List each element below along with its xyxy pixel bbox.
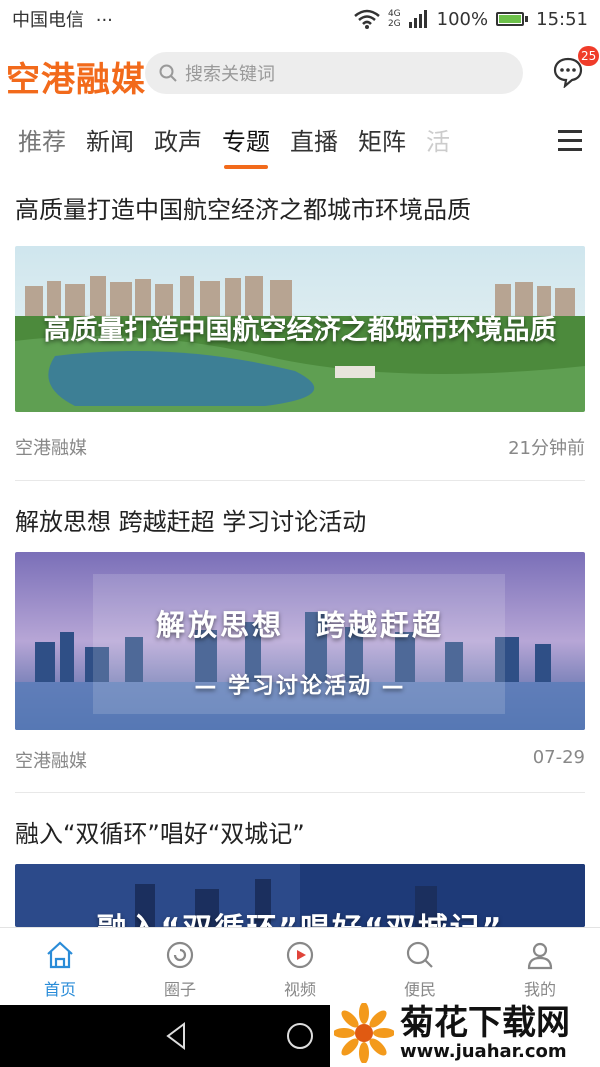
article-time: 21分钟前	[508, 438, 585, 459]
carrier-label: 中国电信	[12, 10, 84, 31]
status-left: 中国电信 ···	[12, 6, 113, 32]
nav-video[interactable]: 视频	[240, 928, 360, 1006]
video-icon	[286, 941, 314, 969]
flower-logo-icon	[334, 1002, 394, 1063]
article-card[interactable]: 高质量打造中国航空经济之都城市环境品质 高质量打造中国航空经济之都城市环境品质 …	[15, 194, 585, 459]
nav-label: 圈子	[163, 980, 196, 999]
divider	[15, 792, 585, 793]
nav-label: 我的	[523, 980, 556, 999]
nav-label: 便民	[403, 980, 436, 999]
signal-icon	[408, 10, 427, 28]
status-dots: ···	[95, 10, 113, 31]
user-icon	[527, 942, 553, 970]
nav-home[interactable]: 首页	[0, 928, 120, 1006]
banner-title: 高质量打造中国航空经济之都城市环境品质	[43, 315, 557, 346]
article-time: 07-29	[532, 747, 585, 768]
article-image[interactable]: 高质量打造中国航空经济之都城市环境品质	[15, 246, 585, 412]
tab-activity[interactable]: 活	[426, 122, 450, 163]
tab-recommend[interactable]: 推荐	[18, 122, 66, 163]
clock: 15:51	[536, 8, 588, 30]
banner-title: 融入“双循环”唱好“双城记”	[15, 904, 585, 927]
article-title: 高质量打造中国航空经济之都城市环境品质	[15, 196, 471, 224]
search-input[interactable]: 搜索关键词	[145, 52, 523, 94]
nav-service[interactable]: 便民	[360, 928, 480, 1006]
nav-label: 视频	[283, 980, 316, 999]
watermark-url: www.juahar.com	[400, 1040, 567, 1062]
battery-percent: 100%	[436, 8, 489, 30]
search-icon	[406, 941, 433, 968]
status-bar: 中国电信 ··· 4G 2G 100% 15:51	[0, 0, 600, 38]
article-meta: 空港融媒 21分钟前	[15, 434, 585, 460]
status-right: 4G 2G 100% 15:51	[354, 9, 588, 30]
home-button-icon[interactable]	[285, 1021, 315, 1051]
nav-profile[interactable]: 我的	[480, 928, 600, 1006]
article-title: 融入“双循环”唱好“双城记”	[15, 820, 305, 848]
nav-label: 首页	[43, 980, 76, 999]
tab-live[interactable]: 直播	[290, 122, 338, 163]
search-placeholder: 搜索关键词	[185, 64, 275, 85]
message-badge: 25	[578, 46, 600, 66]
network-type: 4G 2G	[387, 9, 401, 29]
bottom-nav: 首页 圈子 视频 便民 我的	[0, 927, 600, 1006]
battery-icon	[496, 12, 529, 26]
tab-news[interactable]: 新闻	[86, 122, 134, 163]
article-meta: 空港融媒 07-29	[15, 747, 585, 773]
tab-matrix[interactable]: 矩阵	[358, 122, 406, 163]
menu-icon[interactable]	[558, 130, 582, 157]
divider	[15, 480, 585, 481]
app-logo: 空港融媒	[6, 60, 146, 100]
app-header: 空港融媒 搜索关键词 25	[0, 46, 600, 102]
watermark: 菊花下载网 www.juahar.com	[330, 998, 600, 1067]
article-image[interactable]: 解放思想 跨越赶超 — 学习讨论活动 —	[15, 552, 585, 730]
banner-line-2: — 学习讨论活动 —	[194, 674, 406, 699]
article-source: 空港融媒	[15, 438, 87, 459]
article-title: 解放思想 跨越赶超 学习讨论活动	[15, 508, 367, 536]
watermark-title: 菊花下载网	[400, 1002, 570, 1043]
article-card[interactable]: 解放思想 跨越赶超 学习讨论活动 解放思想 跨越赶超 — 学习讨论活动 — 空港…	[15, 506, 585, 772]
article-source: 空港融媒	[15, 751, 87, 772]
circle-icon	[166, 941, 194, 969]
wifi-icon	[354, 9, 380, 29]
nav-circle[interactable]: 圈子	[120, 928, 240, 1006]
home-icon	[47, 941, 73, 969]
tab-special[interactable]: 专题	[222, 122, 270, 169]
tab-politics[interactable]: 政声	[154, 122, 202, 163]
banner-line-1: 解放思想 跨越赶超	[155, 608, 444, 642]
back-icon[interactable]	[162, 1021, 192, 1051]
search-icon	[159, 64, 177, 82]
article-card[interactable]: 融入“双循环”唱好“双城记” 融入“双循环”唱好“双城记”	[15, 818, 585, 927]
watermark-text: 菊花下载网 www.juahar.com	[400, 1004, 570, 1062]
article-image[interactable]: 融入“双循环”唱好“双城记”	[15, 864, 585, 927]
category-tabs: 推荐 新闻 政声 专题 直播 矩阵 活	[0, 116, 600, 169]
